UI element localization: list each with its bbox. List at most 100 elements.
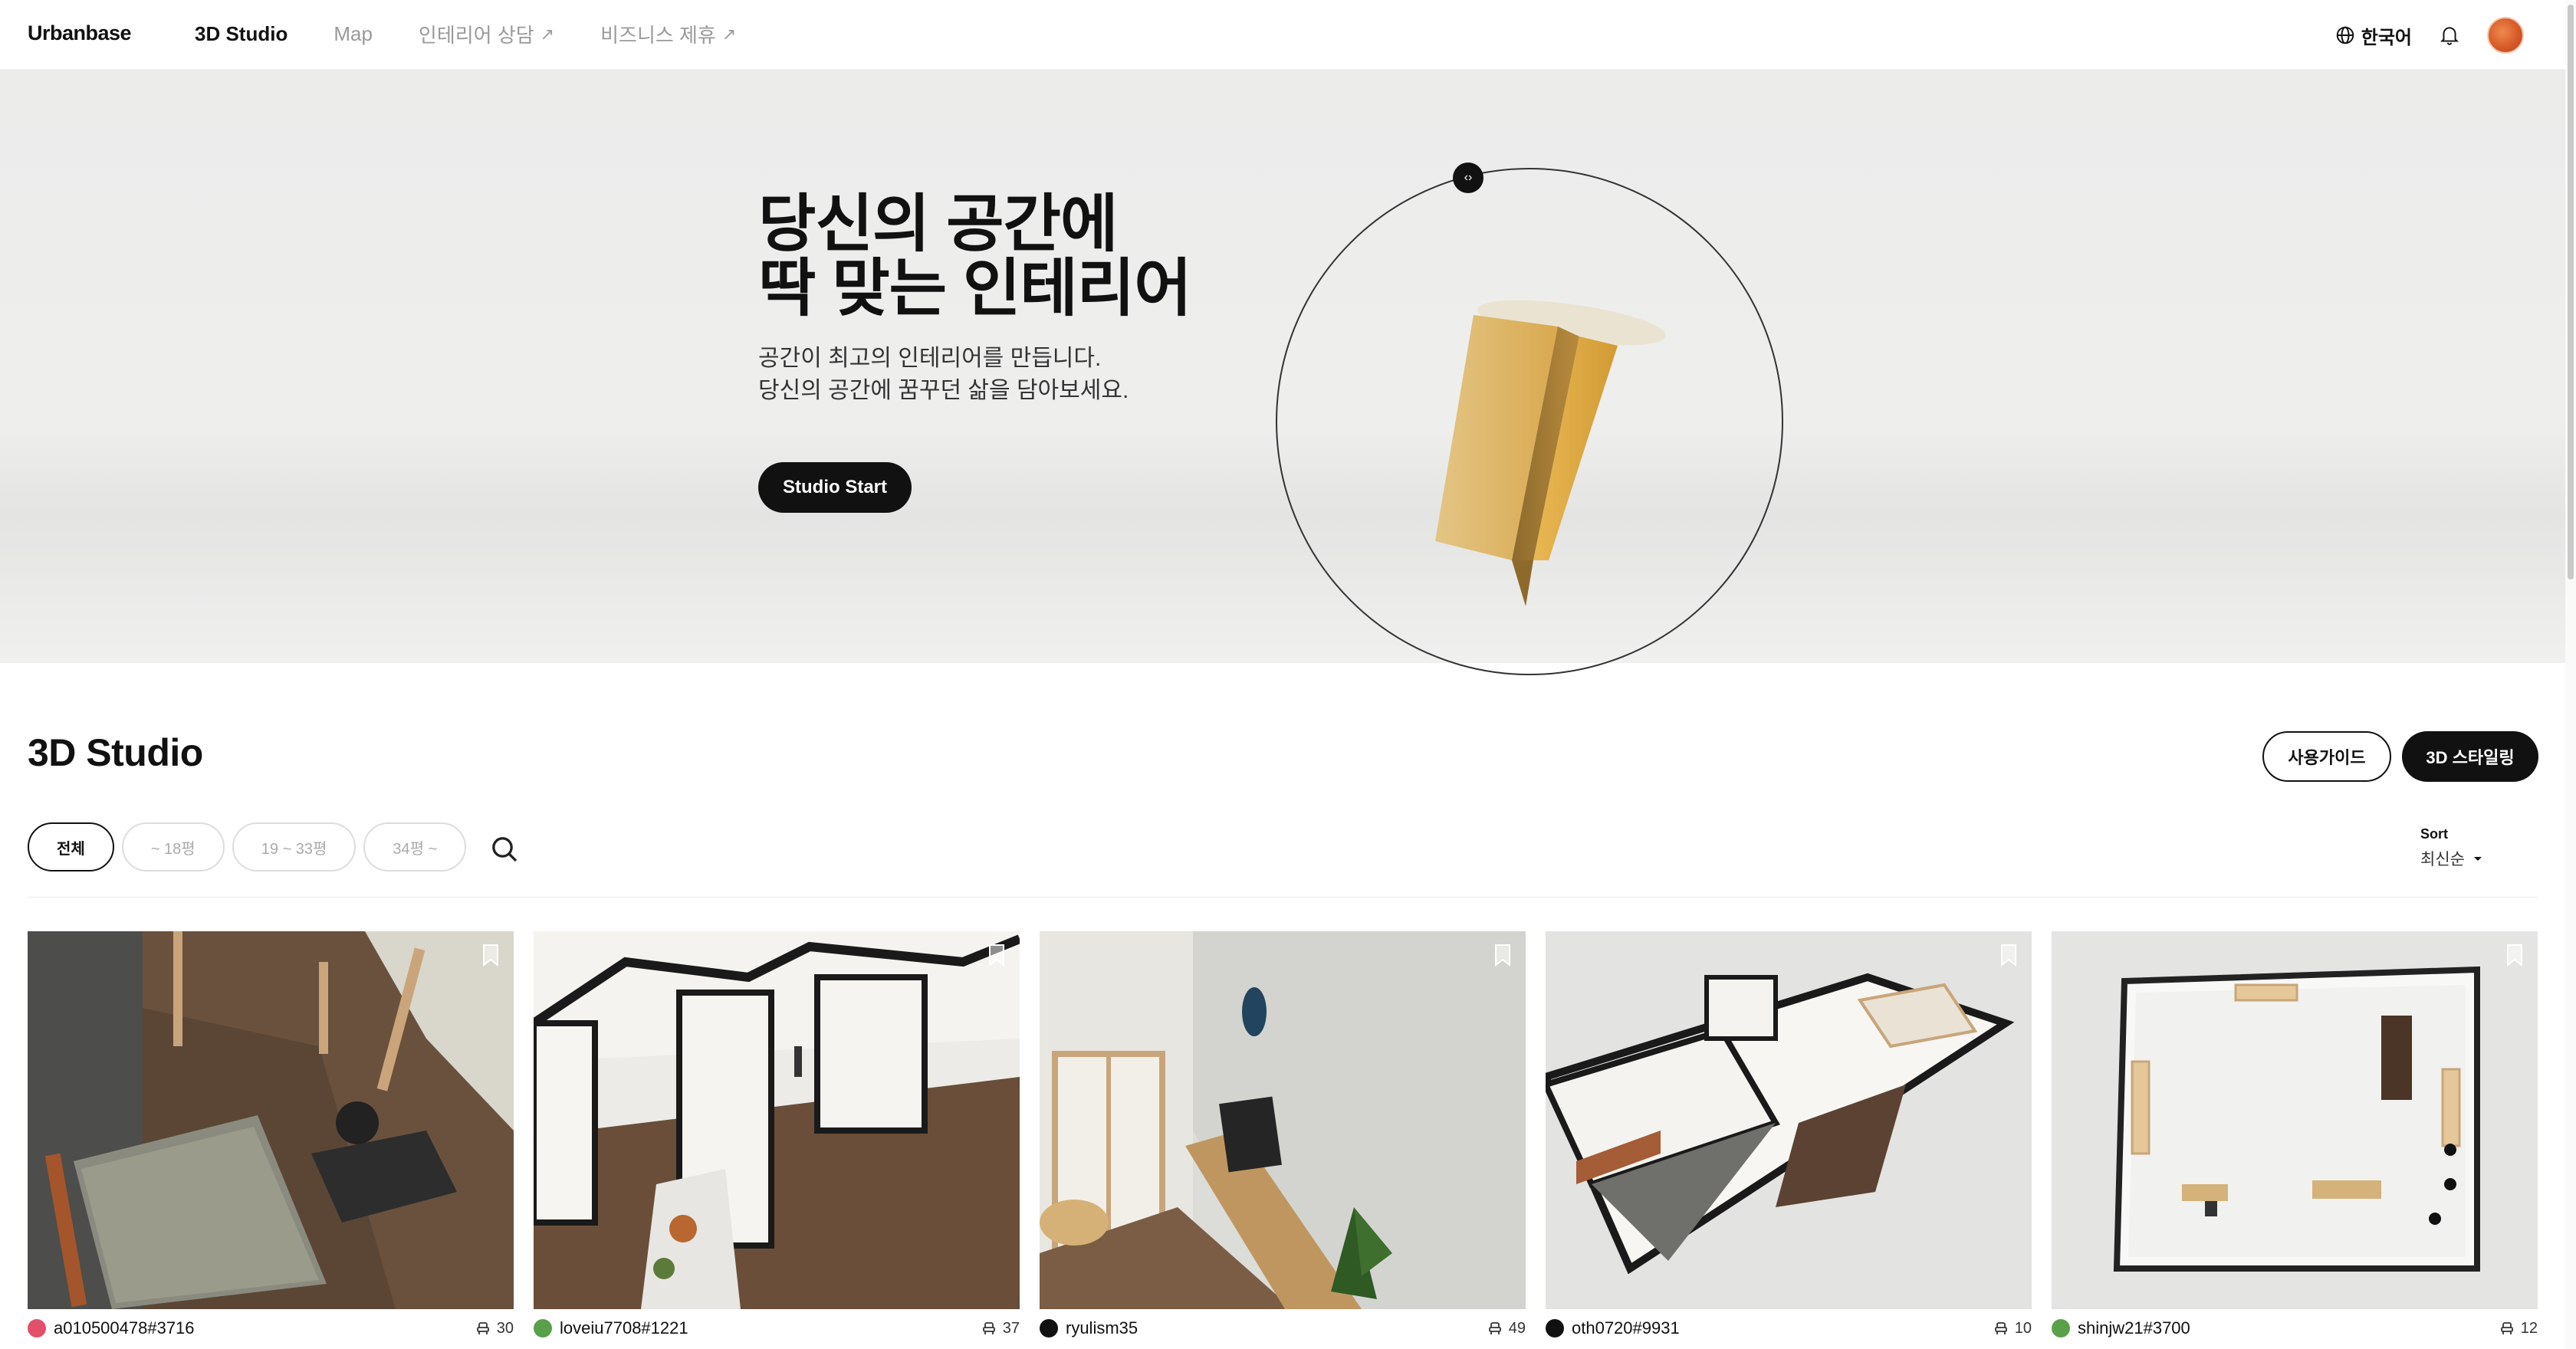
user-avatar[interactable]	[2487, 17, 2524, 54]
header-actions: 한국어	[2335, 17, 2524, 54]
filter-over-34[interactable]: 34평 ~	[363, 822, 467, 871]
sort-dropdown[interactable]: Sort 최신순	[2420, 826, 2483, 870]
urbanbase-logo[interactable]: Urbanbase	[28, 21, 132, 45]
search-icon[interactable]	[489, 834, 520, 865]
chair-icon	[1994, 1322, 2007, 1334]
chair-icon	[1488, 1322, 1501, 1334]
author-name: shinjw21#3700	[2078, 1318, 2190, 1338]
bookmark-icon[interactable]	[2505, 944, 2524, 967]
hero-subtitle: 공간이 최고의 인테리어를 만듭니다. 당신의 공간에 꿈꾸던 삶을 담아보세요…	[758, 343, 1129, 407]
hero-title-line-1: 당신의 공간에	[758, 189, 1118, 259]
author-avatar	[1040, 1319, 1058, 1338]
chair-icon	[2500, 1322, 2513, 1334]
studio-card[interactable]: ryulism35 49	[1040, 931, 1526, 1340]
card-author[interactable]: shinjw21#3700	[2052, 1318, 2190, 1338]
likes-count: 12	[2520, 1319, 2538, 1337]
filter-under-18[interactable]: ~ 18평	[121, 822, 225, 871]
studio-card[interactable]: a010500478#3716 30	[28, 931, 514, 1340]
card-thumbnail[interactable]	[534, 931, 1020, 1309]
hero-banner: 당신의 공간에 딱 맞는 인테리어 공간이 최고의 인테리어를 만듭니다. 당신…	[0, 70, 2565, 675]
likes-count: 30	[496, 1319, 514, 1337]
filter-all[interactable]: 전체	[28, 822, 114, 871]
card-meta: ryulism35 49	[1040, 1317, 1526, 1340]
rotate-handle-icon[interactable]: ‹›	[1453, 162, 1484, 193]
likes-count: 49	[1508, 1319, 1526, 1337]
bell-icon[interactable]	[2440, 25, 2459, 46]
studio-card-grid: a010500478#3716 30 loveiu7708#1221 37 ry…	[28, 931, 2538, 1340]
hero-title-line-2: 딱 맞는 인테리어	[758, 254, 1192, 323]
size-filter-group: 전체 ~ 18평 19 ~ 33평 34평 ~	[28, 822, 467, 871]
room-render-image	[28, 931, 514, 1309]
studio-start-button[interactable]: Studio Start	[758, 462, 912, 513]
author-name: oth0720#9931	[1572, 1318, 1680, 1338]
studio-card[interactable]: oth0720#9931 10	[1546, 931, 2032, 1340]
author-avatar	[28, 1319, 46, 1338]
caret-down-icon	[2473, 857, 2482, 861]
author-avatar	[534, 1319, 552, 1338]
author-name: loveiu7708#1221	[560, 1318, 688, 1338]
section-divider	[28, 897, 2538, 898]
nav-interior-consulting[interactable]: 인테리어 상담 ↗	[419, 20, 554, 48]
nav-business-partnership-label: 비즈니스 제휴	[600, 24, 716, 47]
card-likes: 10	[1993, 1320, 2032, 1338]
bookmark-icon[interactable]	[987, 944, 1006, 967]
hero-title: 당신의 공간에 딱 맞는 인테리어	[758, 189, 1192, 323]
author-avatar	[1546, 1319, 1564, 1338]
card-author[interactable]: oth0720#9931	[1546, 1318, 1680, 1338]
studio-card[interactable]: shinjw21#3700 12	[2052, 931, 2538, 1340]
studio-card[interactable]: loveiu7708#1221 37	[534, 931, 1020, 1340]
bookmark-icon[interactable]	[1999, 944, 2018, 967]
chair-icon	[982, 1322, 995, 1334]
hero-subtitle-line-2: 당신의 공간에 꿈꾸던 삶을 담아보세요.	[758, 378, 1129, 403]
bookmark-icon[interactable]	[481, 944, 500, 967]
room-render-image	[1040, 931, 1526, 1309]
card-meta: oth0720#9931 10	[1546, 1317, 2032, 1340]
likes-count: 37	[1002, 1319, 1020, 1337]
card-likes: 30	[475, 1320, 514, 1338]
card-likes: 37	[981, 1320, 1020, 1338]
nav-3d-studio[interactable]: 3D Studio	[195, 20, 288, 48]
card-meta: a010500478#3716 30	[28, 1317, 514, 1340]
globe-icon	[2336, 26, 2354, 44]
language-selector[interactable]: 한국어	[2335, 22, 2412, 49]
card-thumbnail[interactable]	[1546, 931, 2032, 1309]
nav-3d-studio-label: 3D Studio	[195, 22, 288, 45]
top-navigation-bar: Urbanbase 3D Studio Map 인테리어 상담 ↗ 비즈니스 제휴…	[0, 0, 2565, 70]
hero-3d-table-illustration[interactable]	[1273, 162, 1786, 675]
external-link-icon: ↗	[540, 24, 555, 44]
section-title: 3D Studio	[28, 731, 203, 774]
scrollbar-thumb[interactable]	[2568, 5, 2574, 579]
card-author[interactable]: loveiu7708#1221	[534, 1318, 688, 1338]
3d-styling-button[interactable]: 3D 스타일링	[2402, 731, 2538, 782]
nav-interior-consulting-label: 인테리어 상담	[418, 24, 534, 47]
card-thumbnail[interactable]	[28, 931, 514, 1309]
card-meta: loveiu7708#1221 37	[534, 1317, 1020, 1340]
likes-count: 10	[2014, 1319, 2032, 1337]
card-author[interactable]: ryulism35	[1040, 1318, 1138, 1338]
card-author[interactable]: a010500478#3716	[28, 1318, 195, 1338]
author-name: ryulism35	[1066, 1318, 1138, 1338]
card-thumbnail[interactable]	[1040, 931, 1526, 1309]
chair-icon	[476, 1322, 489, 1334]
room-render-image	[1546, 931, 2032, 1309]
card-meta: shinjw21#3700 12	[2052, 1317, 2538, 1340]
external-link-icon: ↗	[721, 24, 737, 44]
room-render-image	[2052, 931, 2538, 1309]
room-render-image	[534, 931, 1020, 1309]
page-scrollbar[interactable]	[2565, 0, 2576, 1349]
nav-map-label: Map	[334, 22, 373, 45]
nav-map[interactable]: Map	[334, 20, 373, 48]
sort-selected-value: 최신순	[2420, 851, 2465, 868]
filter-19-to-33[interactable]: 19 ~ 33평	[232, 822, 356, 871]
card-likes: 49	[1487, 1320, 1526, 1338]
author-avatar	[2052, 1319, 2070, 1338]
card-likes: 12	[2499, 1320, 2538, 1338]
user-guide-button[interactable]: 사용가이드	[2262, 731, 2391, 782]
main-nav: 3D Studio Map 인테리어 상담 ↗ 비즈니스 제휴 ↗	[195, 20, 782, 48]
sort-value: 최신순	[2420, 847, 2483, 870]
author-name: a010500478#3716	[54, 1318, 195, 1338]
nav-business-partnership[interactable]: 비즈니스 제휴 ↗	[600, 20, 736, 48]
bookmark-icon[interactable]	[1493, 944, 1512, 967]
sort-label: Sort	[2420, 826, 2448, 842]
card-thumbnail[interactable]	[2052, 931, 2538, 1309]
